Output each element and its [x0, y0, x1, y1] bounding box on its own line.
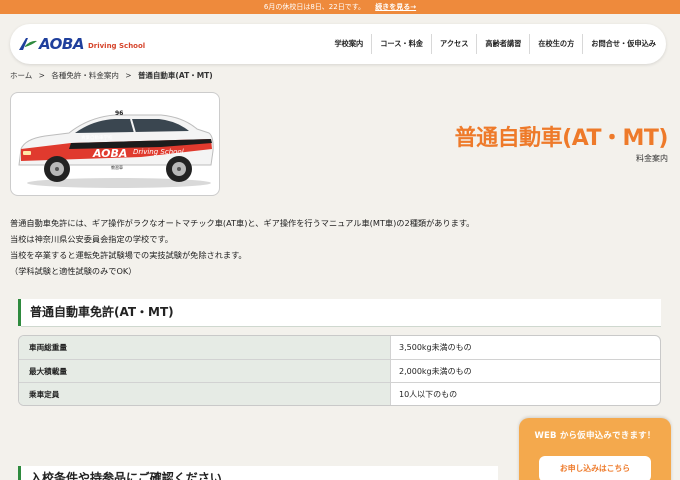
car-number: 96 [115, 110, 123, 117]
site-logo[interactable]: AOBA Driving School [18, 35, 145, 53]
table-row: 車両総重量 3,500kg未満のもの [19, 336, 660, 359]
section-heading: 普通自動車免許(AT・MT) [18, 299, 661, 327]
breadcrumb-current: 普通自動車(AT・MT) [137, 71, 213, 80]
car-logo-text: AOBA [92, 147, 127, 160]
main-nav: 学校案内 コース・料金 アクセス 高齢者講習 在校生の方 お問合せ・仮申込み [326, 32, 664, 56]
spec-key: 車両総重量 [19, 336, 391, 359]
nav-item-courses-fees[interactable]: コース・料金 [371, 34, 431, 54]
intro-text: 普通自動車免許には、ギア操作がラクなオートマチック車(AT車)と、ギア操作を行う… [10, 215, 650, 279]
page-title: 普通自動車(AT・MT) [454, 126, 669, 151]
logo-subtext: Driving School [87, 42, 146, 50]
car-small-text: 教習車 [111, 164, 123, 170]
page-subtitle: 料金案内 [636, 154, 668, 163]
announcement-more-link[interactable]: 続きを見る→ [375, 3, 416, 11]
intro-line: 普通自動車免許には、ギア操作がラクなオートマチック車(AT車)と、ギア操作を行う… [10, 218, 475, 228]
breadcrumb-separator: > [125, 71, 132, 80]
spec-value: 2,000kg未満のもの [399, 367, 472, 376]
breadcrumb: ホーム > 各種免許・料金案内 > 普通自動車(AT・MT) [10, 70, 217, 81]
intro-line: 当校は神奈川県公安委員会指定の学校です。 [10, 234, 173, 244]
spec-value: 3,500kg未満のもの [399, 343, 472, 352]
nav-item-current-students[interactable]: 在校生の方 [529, 34, 582, 54]
apply-button[interactable]: お申し込みはこちら [539, 456, 651, 480]
announcement-bar: 6月の休校日は8日、22日です。 続きを見る→ [0, 0, 680, 14]
nav-item-senior-course[interactable]: 高齢者講習 [476, 34, 529, 54]
spec-key: 乗車定員 [19, 383, 391, 405]
breadcrumb-separator: > [38, 71, 45, 80]
breadcrumb-home[interactable]: ホーム [10, 71, 32, 80]
logo-text: AOBA [39, 35, 84, 53]
table-row: 最大積載量 2,000kg未満のもの [19, 359, 660, 382]
training-car-illustration: 96 AOBA Driving School 青葉自動車学校 教習車 [18, 110, 214, 188]
intro-line: （学科試験と適性試験のみでOK） [10, 266, 137, 276]
announcement-text: 6月の休校日は8日、22日です。 [263, 3, 365, 11]
table-row: 乗車定員 10人以下のもの [19, 382, 660, 405]
web-apply-title: WEB から仮申込みできます！ [534, 431, 656, 441]
spec-value: 10人以下のもの [399, 390, 458, 399]
nav-item-school-info[interactable]: 学校案内 [326, 34, 371, 54]
next-section-heading: 入校条件や持参品にご確認ください [18, 466, 498, 480]
breadcrumb-parent[interactable]: 各種免許・料金案内 [51, 71, 119, 80]
hero-car-image: 96 AOBA Driving School 青葉自動車学校 教習車 [10, 92, 220, 196]
nav-item-contact-apply[interactable]: お問合せ・仮申込み [582, 34, 664, 54]
nav-item-access[interactable]: アクセス [431, 34, 476, 54]
car-door-text: 青葉自動車学校 [81, 134, 113, 141]
intro-line: 当校を卒業すると運転免許試験場での実技試験が免除されます。 [10, 250, 247, 260]
car-logo-subtext: Driving School [133, 148, 184, 156]
web-apply-panel: WEB から仮申込みできます！ お申し込みはこちら [519, 418, 671, 480]
spec-key: 最大積載量 [19, 360, 391, 382]
license-spec-table: 車両総重量 3,500kg未満のもの 最大積載量 2,000kg未満のもの 乗車… [18, 335, 661, 406]
logo-leaf-icon [19, 38, 37, 50]
site-header: AOBA Driving School 学校案内 コース・料金 アクセス 高齢者… [10, 24, 666, 64]
